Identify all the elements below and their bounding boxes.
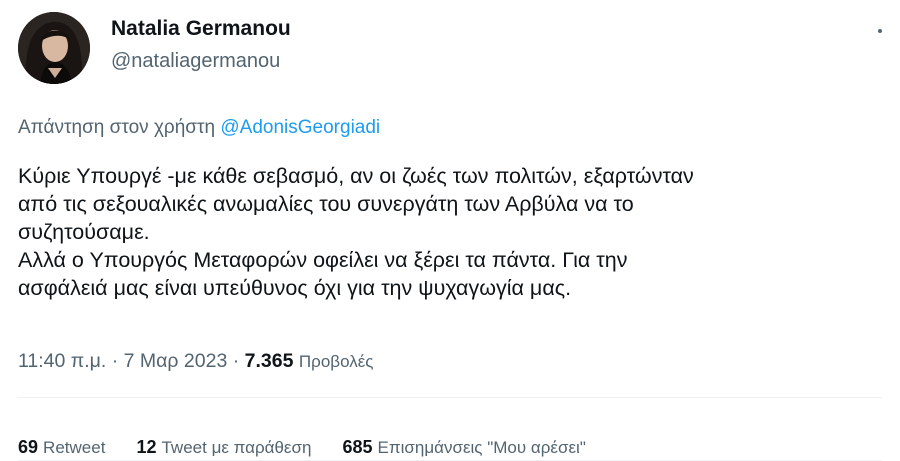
retweets-stat[interactable]: 69 Retweet bbox=[18, 437, 105, 458]
avatar[interactable] bbox=[18, 12, 90, 84]
tweet-date[interactable]: 7 Μαρ 2023 bbox=[124, 350, 228, 372]
views-count: 7.365 bbox=[244, 350, 294, 372]
engagement-stats: 69 Retweet 12 Tweet με παράθεση 685 Επισ… bbox=[18, 437, 612, 458]
likes-count: 685 bbox=[342, 437, 373, 457]
reply-to-prefix: Απάντηση στον χρήστη bbox=[18, 117, 216, 138]
quotes-stat[interactable]: 12 Tweet με παράθεση bbox=[136, 437, 311, 458]
tweet-text-line: από τις σεξουαλικές ανωμαλίες του συνεργ… bbox=[18, 192, 634, 216]
tweet-meta: 11:40 π.μ. · 7 Μαρ 2023 · 7.365 Προβολές bbox=[18, 350, 373, 373]
retweets-label: Retweet bbox=[43, 438, 106, 457]
tweet-text-line: συζητούσαμε. bbox=[18, 220, 150, 244]
quotes-label: Tweet με παράθεση bbox=[161, 438, 312, 457]
reply-mention-link[interactable]: @AdonisGeorgiadi bbox=[220, 117, 380, 138]
author-handle[interactable]: @nataliagermanou bbox=[111, 50, 280, 73]
likes-stat[interactable]: 685 Επισημάνσεις "Μου αρέσει" bbox=[342, 437, 585, 458]
tweet-time[interactable]: 11:40 π.μ. bbox=[18, 350, 106, 372]
retweets-count: 69 bbox=[18, 437, 39, 457]
tweet-text-line: ασφάλειά μας είναι υπεύθυνος όχι για την… bbox=[18, 276, 572, 300]
tweet-text: Κύριε Υπουργέ -με κάθε σεβασμό, αν οι ζω… bbox=[18, 162, 898, 302]
author-name[interactable]: Natalia Germanou bbox=[111, 17, 291, 41]
likes-label: Επισημάνσεις "Μου αρέσει" bbox=[377, 438, 586, 457]
divider bbox=[18, 397, 882, 398]
more-dots-icon[interactable] bbox=[860, 18, 884, 42]
meta-separator: · bbox=[111, 350, 119, 372]
meta-separator: · bbox=[232, 350, 240, 372]
views-label: Προβολές bbox=[298, 352, 374, 371]
reply-to-line: Απάντηση στον χρήστη @AdonisGeorgiadi bbox=[18, 117, 380, 139]
tweet-text-line: Αλλά ο Υπουργός Μεταφορών οφείλει να ξέρ… bbox=[18, 248, 628, 272]
tweet-text-line: Κύριε Υπουργέ -με κάθε σεβασμό, αν οι ζω… bbox=[18, 164, 694, 188]
quotes-count: 12 bbox=[136, 437, 157, 457]
tweet: Natalia Germanou @nataliagermanou Απάντη… bbox=[0, 0, 900, 461]
